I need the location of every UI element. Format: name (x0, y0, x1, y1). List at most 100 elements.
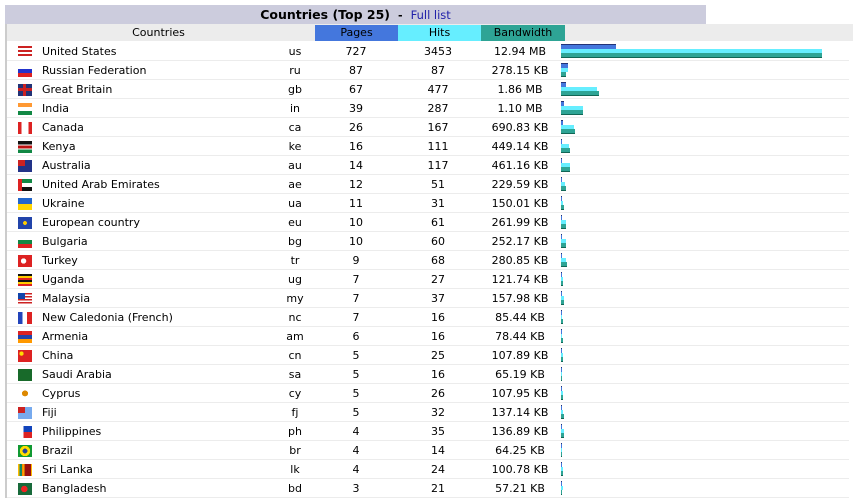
bandwidth-bar (561, 452, 562, 457)
bandwidth-bar (561, 262, 567, 267)
hits-value: 21 (397, 478, 479, 498)
bars-cell (561, 231, 849, 251)
bandwidth-bar (561, 53, 822, 58)
country-name: Great Britain (42, 79, 275, 99)
flag-cell (7, 269, 42, 289)
hits-value: 477 (397, 79, 479, 99)
flag-ru-icon (17, 64, 32, 77)
flag-tr-icon (17, 254, 32, 267)
table-row: Bangladesh bd 3 21 57.21 KB (7, 478, 849, 498)
bandwidth-bar (561, 129, 575, 134)
full-list-link[interactable]: Full list (411, 8, 451, 22)
country-name: Malaysia (42, 288, 275, 308)
bandwidth-value: 136.89 KB (479, 421, 561, 441)
flag-cell (7, 212, 42, 232)
pages-value: 7 (315, 288, 397, 308)
flag-fj-icon (17, 406, 32, 419)
table-row: Bulgaria bg 10 60 252.17 KB (7, 231, 849, 251)
country-name: Fiji (42, 402, 275, 422)
country-code: in (275, 98, 315, 118)
flag-cell (7, 383, 42, 403)
bandwidth-value: 57.21 KB (479, 478, 561, 498)
flag-nc-icon (17, 311, 32, 324)
flag-cn-icon (17, 349, 32, 362)
flag-eu-icon (17, 216, 32, 229)
bars-cell (561, 174, 849, 194)
bandwidth-value: 107.95 KB (479, 383, 561, 403)
bandwidth-bar (561, 91, 599, 96)
country-name: China (42, 345, 275, 365)
pages-value: 26 (315, 117, 397, 137)
table-row: India in 39 287 1.10 MB (7, 98, 849, 118)
hits-value: 14 (397, 440, 479, 460)
flag-cy-icon (17, 387, 32, 400)
country-name: Uganda (42, 269, 275, 289)
pages-value: 7 (315, 269, 397, 289)
country-code: sa (275, 364, 315, 384)
table-row: European country eu 10 61 261.99 KB (7, 212, 849, 232)
bandwidth-bar (561, 167, 570, 172)
table-row: Ukraine ua 11 31 150.01 KB (7, 193, 849, 213)
country-name: Canada (42, 117, 275, 137)
country-name: Australia (42, 155, 275, 175)
flag-sa-icon (17, 368, 32, 381)
flag-cell (7, 307, 42, 327)
pages-value: 9 (315, 250, 397, 270)
bars-cell (561, 42, 849, 61)
bandwidth-value: 252.17 KB (479, 231, 561, 251)
flag-cell (7, 155, 42, 175)
bandwidth-value: 280.85 KB (479, 250, 561, 270)
country-name: Cyprus (42, 383, 275, 403)
bars-cell (561, 402, 849, 422)
bandwidth-bar (561, 110, 583, 115)
country-name: United States (42, 42, 275, 61)
bars-cell (561, 250, 849, 270)
header-countries: Countries (132, 26, 185, 39)
country-code: gb (275, 79, 315, 99)
flag-cell (7, 459, 42, 479)
country-name: Philippines (42, 421, 275, 441)
bandwidth-bar (561, 490, 562, 495)
flag-cell (7, 402, 42, 422)
table-row: Saudi Arabia sa 5 16 65.19 KB (7, 364, 849, 384)
hits-value: 87 (397, 60, 479, 80)
hits-value: 51 (397, 174, 479, 194)
hits-value: 60 (397, 231, 479, 251)
country-code: au (275, 155, 315, 175)
flag-cell (7, 364, 42, 384)
bandwidth-value: 1.86 MB (479, 79, 561, 99)
bars-cell (561, 136, 849, 156)
hits-value: 24 (397, 459, 479, 479)
bars-cell (561, 117, 849, 137)
hits-value: 287 (397, 98, 479, 118)
country-code: nc (275, 307, 315, 327)
flag-cell (7, 478, 42, 498)
flag-cell (7, 250, 42, 270)
bandwidth-bar (561, 319, 563, 324)
flag-ca-icon (17, 121, 32, 134)
bandwidth-value: 137.14 KB (479, 402, 561, 422)
pages-value: 5 (315, 345, 397, 365)
bandwidth-bar (561, 205, 564, 210)
hits-value: 35 (397, 421, 479, 441)
table-row: Russian Federation ru 87 87 278.15 KB (7, 60, 849, 80)
table-row: Philippines ph 4 35 136.89 KB (7, 421, 849, 441)
pages-value: 12 (315, 174, 397, 194)
pages-value: 3 (315, 478, 397, 498)
table-row: Fiji fj 5 32 137.14 KB (7, 402, 849, 422)
bandwidth-value: 157.98 KB (479, 288, 561, 308)
bandwidth-bar (561, 72, 566, 77)
country-name: Sri Lanka (42, 459, 275, 479)
country-name: India (42, 98, 275, 118)
country-code: ph (275, 421, 315, 441)
table-row: Brazil br 4 14 64.25 KB (7, 440, 849, 460)
bars-cell (561, 459, 849, 479)
bars-cell (561, 98, 849, 118)
flag-ua-icon (17, 197, 32, 210)
pages-value: 14 (315, 155, 397, 175)
flag-us-icon (17, 45, 32, 58)
country-code: bd (275, 478, 315, 498)
flag-cell (7, 326, 42, 346)
country-code: ke (275, 136, 315, 156)
countries-table: United States us 727 3453 12.94 MB Russian Fe… (7, 42, 849, 498)
